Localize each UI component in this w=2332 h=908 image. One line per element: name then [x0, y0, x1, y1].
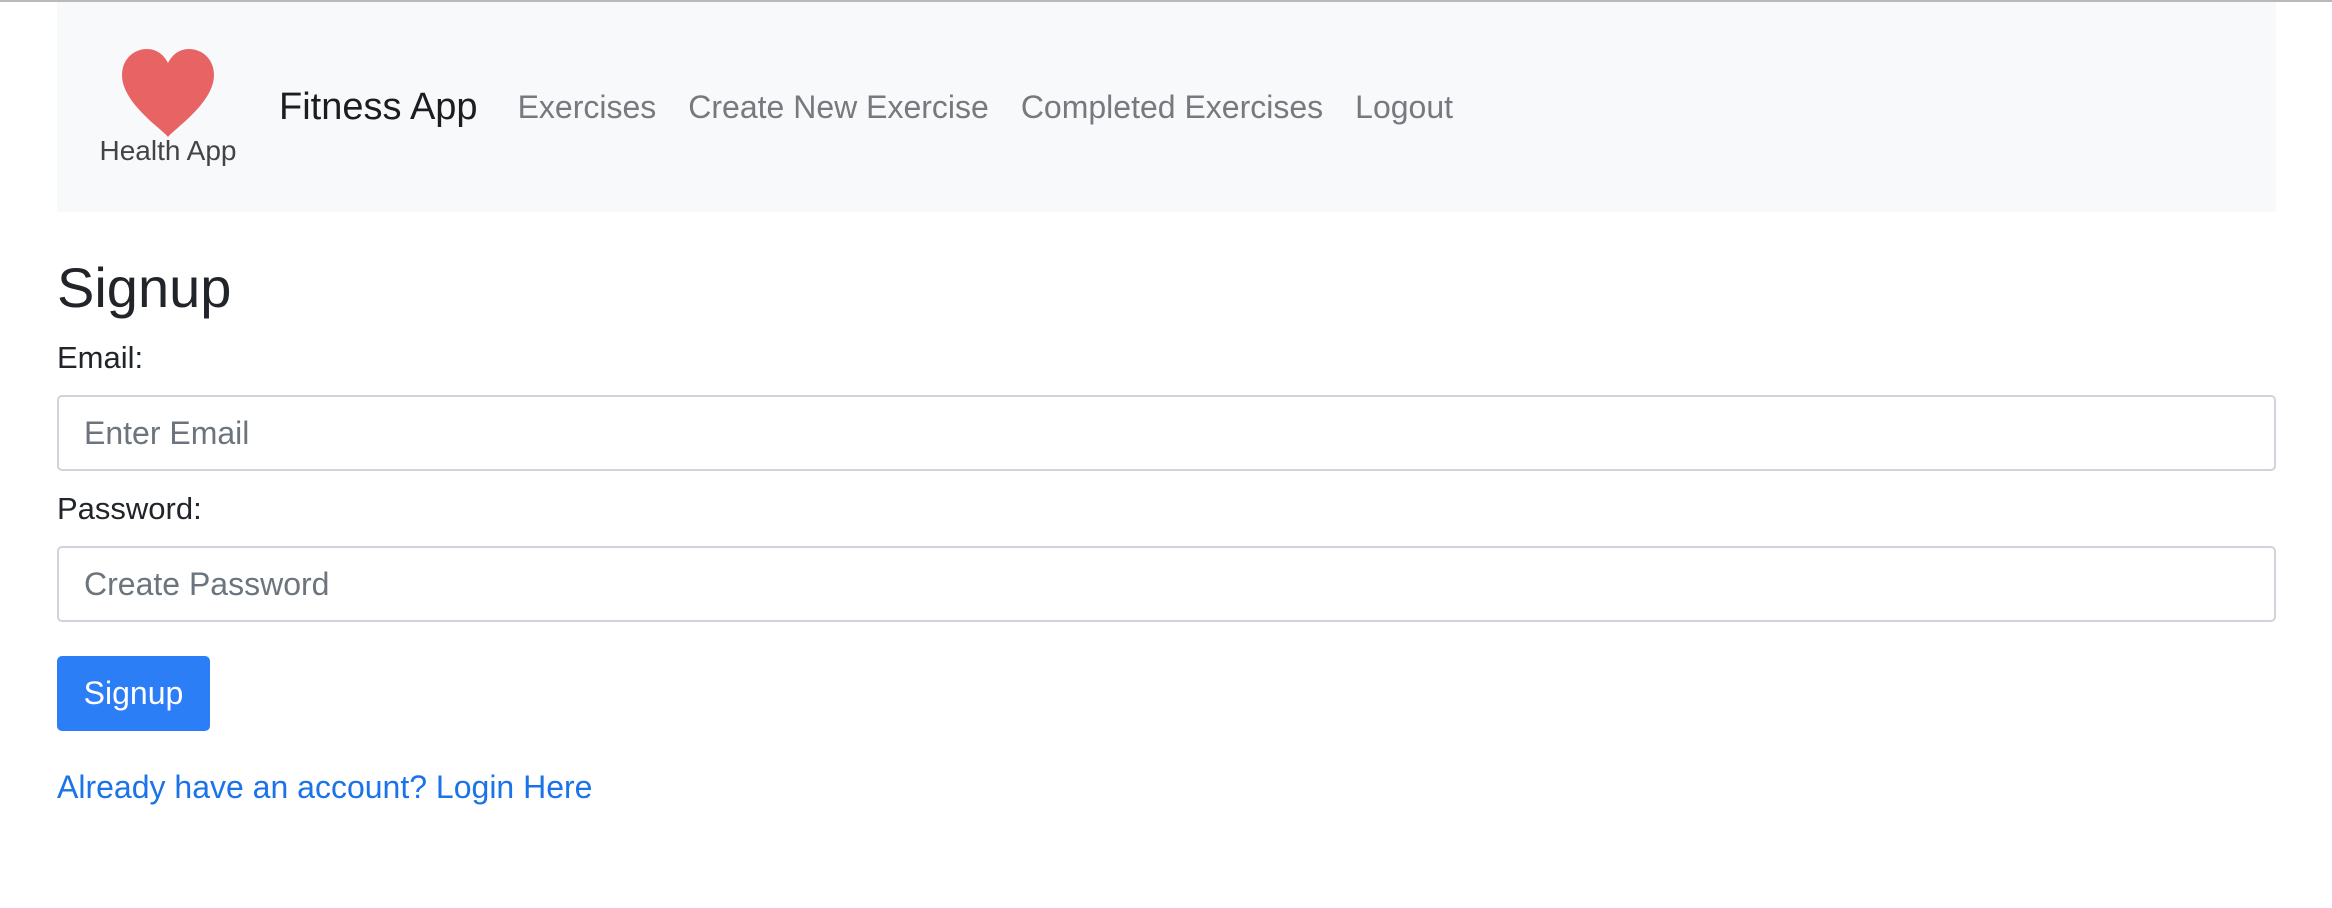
email-input[interactable]: [57, 395, 2276, 471]
email-label: Email:: [57, 340, 144, 375]
signup-button[interactable]: Signup: [57, 656, 210, 731]
password-input[interactable]: [57, 546, 2276, 622]
nav-link-create-new-exercise[interactable]: Create New Exercise: [672, 89, 1005, 126]
signup-form: Email: Password: Signup: [57, 342, 2276, 731]
app-logo[interactable]: Health App: [95, 47, 241, 167]
brand-name[interactable]: Fitness App: [279, 86, 478, 129]
logo-text: Health App: [99, 135, 237, 166]
nav-link-logout[interactable]: Logout: [1339, 89, 1469, 126]
login-link[interactable]: Already have an account? Login Here: [57, 769, 592, 806]
page-container: Health App Fitness App Exercises Create …: [57, 2, 2276, 806]
nav-link-completed-exercises[interactable]: Completed Exercises: [1005, 89, 1339, 126]
password-label: Password:: [57, 491, 202, 526]
navbar: Health App Fitness App Exercises Create …: [57, 2, 2276, 212]
page-title: Signup: [57, 256, 232, 319]
nav-links: Exercises Create New Exercise Completed …: [502, 89, 1469, 126]
nav-link-exercises[interactable]: Exercises: [502, 89, 673, 126]
heart-icon: [122, 49, 214, 137]
